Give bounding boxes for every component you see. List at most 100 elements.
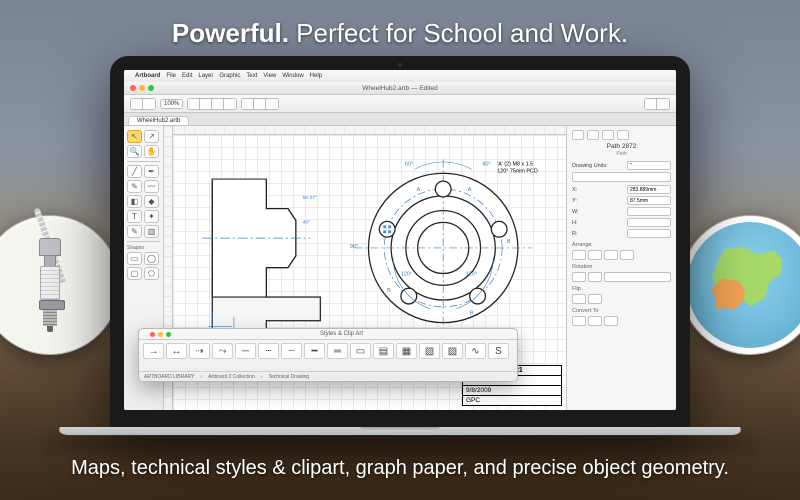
inspector-tab-text[interactable] [602, 130, 614, 140]
menu-help[interactable]: Help [310, 73, 322, 79]
zoom-level[interactable]: 100% [160, 99, 183, 109]
europe-map-icon [687, 222, 800, 348]
window-titlebar[interactable]: WheelHub2.artb — Edited [124, 82, 676, 95]
shape-rect[interactable]: ▭ [127, 252, 142, 265]
arrange-label: Arrange [572, 242, 671, 248]
flip-label: Flip [572, 286, 671, 292]
style-swatch[interactable]: → [143, 343, 164, 359]
style-swatch[interactable]: S [488, 343, 509, 359]
arrange-backward[interactable] [620, 250, 634, 260]
menu-layer[interactable]: Layer [198, 73, 213, 79]
rotation-label: Rotation [572, 264, 671, 270]
rotate-input[interactable] [604, 272, 671, 282]
ann-40: 40° [303, 219, 310, 225]
tool-paint[interactable]: ◆ [144, 195, 159, 208]
ref-b2: B [470, 311, 474, 317]
hero-caption: Maps, technical styles & clipart, graph … [0, 457, 800, 480]
toolbar-group-a[interactable] [187, 98, 237, 110]
palette-close-icon[interactable] [150, 332, 155, 337]
tool-brush[interactable]: 〰 [144, 180, 159, 193]
ang-60a: 60° [405, 161, 413, 167]
tool-gradient[interactable]: ▥ [144, 225, 159, 238]
anchor-selector[interactable] [572, 172, 671, 182]
styles-palette[interactable]: Styles & Clip Art → ↔ ⇢ ⤳ ─ ┄ ┈ ━ ═ ▭ ▤ … [138, 328, 518, 382]
r-input[interactable] [627, 229, 671, 238]
tool-text[interactable]: T [127, 210, 142, 223]
style-swatch[interactable]: ─ [235, 343, 256, 359]
inspector-object-sub: Path [572, 151, 671, 157]
arrange-front[interactable] [572, 250, 586, 260]
menu-window[interactable]: Window [282, 73, 303, 79]
tool-line[interactable]: ╱ [127, 165, 142, 178]
style-swatch[interactable]: ⇢ [189, 343, 210, 359]
style-swatch[interactable]: ▤ [373, 343, 394, 359]
inspector-tab-layers[interactable] [617, 130, 629, 140]
tool-erase[interactable]: ◧ [127, 195, 142, 208]
crumb-category[interactable]: Technical Drawing [268, 374, 309, 380]
document-tabbar[interactable]: WheelHub2.artb [124, 113, 676, 126]
tool-zoom[interactable]: 🔍 [127, 145, 142, 158]
arrange-back[interactable] [604, 250, 618, 260]
nav-back-forward[interactable] [130, 98, 156, 110]
convert-c[interactable] [604, 316, 618, 326]
ann-50-27: 50.27° [303, 195, 317, 201]
shapes-label: Shapes [127, 245, 160, 251]
menu-view[interactable]: View [263, 73, 276, 79]
style-swatch[interactable]: ▧ [419, 343, 440, 359]
app-name[interactable]: Artboard [135, 73, 160, 79]
inspector-tab-geometry[interactable] [572, 130, 584, 140]
palette-minimize-icon[interactable] [158, 332, 163, 337]
convert-b[interactable] [588, 316, 602, 326]
ang-120b: 120° [401, 271, 412, 277]
tool-pencil[interactable]: ✎ [127, 180, 142, 193]
menu-graphic[interactable]: Graphic [219, 73, 240, 79]
rotate-ccw[interactable] [572, 272, 586, 282]
rotate-cw[interactable] [588, 272, 602, 282]
inspector: Path 2872 Path Drawing Units: X: Y: W: H… [566, 126, 676, 410]
tool-stamp[interactable]: ✦ [144, 210, 159, 223]
tool-select[interactable]: ↖ [127, 130, 142, 143]
convert-a[interactable] [572, 316, 586, 326]
toolbar-group-right[interactable] [644, 98, 670, 110]
inspector-object-title: Path 2872 [572, 143, 671, 150]
toolbar-group-b[interactable] [241, 98, 279, 110]
style-swatch[interactable]: ▨ [442, 343, 463, 359]
style-swatch[interactable]: ━ [304, 343, 325, 359]
units-input[interactable] [627, 161, 671, 170]
style-swatch[interactable]: ▦ [396, 343, 417, 359]
menu-file[interactable]: File [166, 73, 176, 79]
document-tab[interactable]: WheelHub2.artb [128, 116, 189, 125]
w-label: W: [572, 209, 579, 215]
tool-hand[interactable]: ✋ [144, 145, 159, 158]
menu-text[interactable]: Text [246, 73, 257, 79]
w-input[interactable] [627, 207, 671, 216]
window-title: WheelHub2.artb — Edited [124, 85, 676, 92]
flip-v[interactable] [588, 294, 602, 304]
hero-tagline: Powerful. Perfect for School and Work. [0, 0, 800, 49]
arrange-forward[interactable] [588, 250, 602, 260]
style-swatch[interactable]: ┄ [258, 343, 279, 359]
style-swatch[interactable]: ┈ [281, 343, 302, 359]
ruler-horizontal[interactable] [164, 126, 566, 135]
style-swatch[interactable]: ∿ [465, 343, 486, 359]
x-input[interactable] [627, 185, 671, 194]
shape-oval[interactable]: ◯ [144, 252, 159, 265]
tool-eyedrop[interactable]: ✎ [127, 225, 142, 238]
h-input[interactable] [627, 218, 671, 227]
crumb-library[interactable]: ARTBOARD LIBRARY [144, 374, 194, 380]
flip-h[interactable] [572, 294, 586, 304]
shape-roundrect[interactable]: ▢ [127, 267, 142, 280]
style-swatch[interactable]: ⤳ [212, 343, 233, 359]
style-swatch[interactable]: ═ [327, 343, 348, 359]
crumb-collection[interactable]: Artboard 2 Collection [208, 374, 255, 380]
style-swatch[interactable]: ↔ [166, 343, 187, 359]
inspector-tab-style[interactable] [587, 130, 599, 140]
y-input[interactable] [627, 196, 671, 205]
tool-pen[interactable]: ✒ [144, 165, 159, 178]
title-block-l3: 9/8/2009 [463, 386, 561, 396]
shape-poly[interactable]: ⬠ [144, 267, 159, 280]
menu-edit[interactable]: Edit [182, 73, 192, 79]
tool-direct-select[interactable]: ↗ [144, 130, 159, 143]
macos-menubar[interactable]: Artboard File Edit Layer Graphic Text Vi… [124, 70, 676, 82]
style-swatch[interactable]: ▭ [350, 343, 371, 359]
